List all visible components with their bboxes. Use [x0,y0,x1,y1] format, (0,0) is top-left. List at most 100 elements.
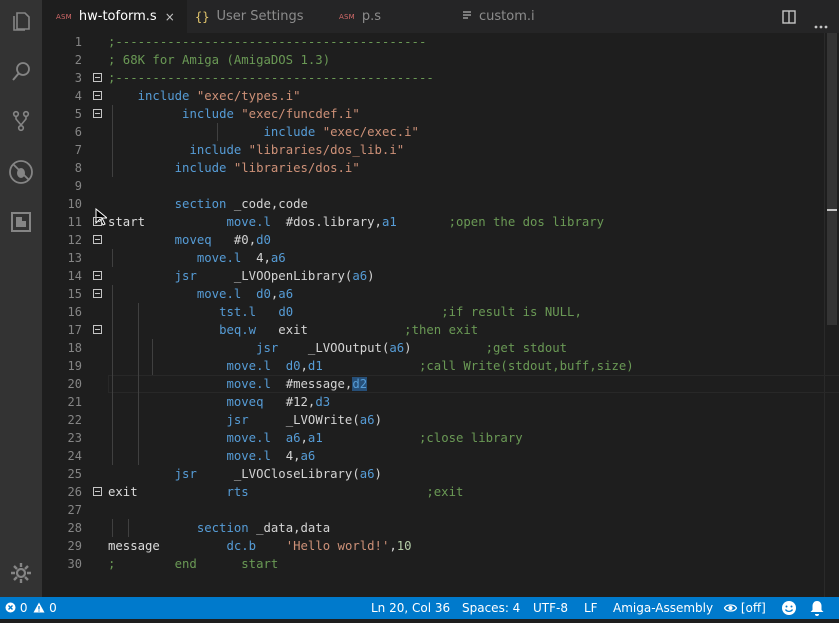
code-line[interactable]: 20 move.l #message,d2 [42,375,839,393]
code-line[interactable]: 7 include "libraries/dos_lib.i" [42,141,839,159]
code-line[interactable]: 16 tst.l d0 ;if result is NULL, [42,303,839,321]
files-icon[interactable] [0,2,42,42]
fold-toggle-icon[interactable] [93,91,102,100]
code-line[interactable]: 22 jsr _LVOWrite(a6) [42,411,839,429]
encoding[interactable]: UTF-8 [533,597,568,619]
code-line[interactable]: 6 include "exec/exec.i" [42,123,839,141]
code-line[interactable]: 23 move.l a6,a1 ;close library [42,429,839,447]
code-token: move.l [196,287,242,301]
watch-state: [off] [740,601,766,615]
line-number: 18 [67,341,82,355]
cursor-position[interactable]: Ln 20, Col 36 [371,597,450,619]
indentation[interactable]: Spaces: 4 [462,597,520,619]
code-line[interactable]: 12 moveq #0,d0 [42,231,839,249]
code-token: tst.l [219,305,257,319]
source-control-icon[interactable] [0,101,42,141]
code-line[interactable]: 18 jsr _LVOOutput(a6) ;get stdout [42,339,839,357]
code-text: include "exec/exec.i" [108,123,418,141]
code-text: exit rts ;exit [108,483,463,501]
code-line[interactable]: 2 ; 68K for Amiga (AmigaDOS 1.3) [42,51,839,69]
asm-file-icon: ASM [56,12,72,21]
settings-gear-icon[interactable] [0,553,42,593]
close-icon[interactable]: × [165,10,175,24]
code-line[interactable]: 30 ; end start [42,555,839,573]
line-number: 25 [67,467,82,481]
extensions-icon[interactable] [0,202,42,242]
line-number: 9 [74,179,82,193]
code-token: ; end start [108,557,279,571]
warning-count: 0 [49,601,57,615]
fold-toggle-icon[interactable] [93,109,102,118]
tab-user-settings[interactable]: {} User Settings [187,0,333,33]
code-line[interactable]: 11 start move.l #dos.library,a1 ;open the… [42,213,839,231]
fold-toggle-icon[interactable] [93,325,102,334]
line-number: 3 [74,71,82,85]
watch-toggle[interactable]: [off] [723,597,766,619]
code-line[interactable]: 1 ;--------------------------------------… [42,33,839,51]
code-token: _LVOOpenLibrary( [196,269,353,283]
code-line[interactable]: 17 beq.w exit ;then exit [42,321,839,339]
status-bar: 0 0 Ln 20, Col 36 Spaces: 4 UTF-8 LF Ami… [0,597,839,619]
code-token: ;get stdout [485,341,568,355]
line-number: 2 [74,53,82,67]
line-number: 15 [67,287,82,301]
code-token: a6 [389,341,405,355]
end-of-line[interactable]: LF [584,597,598,619]
code-line[interactable]: 8 include "libraries/dos.i" [42,159,839,177]
code-token: a1 [307,431,323,445]
code-token: dc.b [226,539,257,553]
code-token: "exec/funcdef.i" [241,107,360,121]
fold-toggle-icon[interactable] [93,217,102,226]
code-line[interactable]: 13 move.l 4,a6 [42,249,839,267]
code-line[interactable]: 3 ;--------------------------------------… [42,69,839,87]
code-token: include [263,125,316,139]
fold-toggle-icon[interactable] [93,235,102,244]
code-line[interactable]: 27 [42,501,839,519]
line-number: 22 [67,413,82,427]
language-mode[interactable]: Amiga-Assembly [613,597,713,619]
fold-toggle-icon[interactable] [93,73,102,82]
fold-toggle-icon[interactable] [93,487,102,496]
line-number: 13 [67,251,82,265]
fold-toggle-icon[interactable] [93,289,102,298]
tab-p-s[interactable]: ASM p.s [333,0,451,33]
code-text: include "libraries/dos_lib.i" [108,141,404,159]
code-line[interactable]: 24 move.l 4,a6 [42,447,839,465]
code-line[interactable]: 26 exit rts ;exit [42,483,839,501]
code-token: include [182,107,234,121]
line-number: 26 [67,485,82,499]
code-line[interactable]: 15 move.l d0,a6 [42,285,839,303]
code-line[interactable]: 25 jsr _LVOCloseLibrary(a6) [42,465,839,483]
code-line[interactable]: 29 message dc.b 'Hello world!',10 [42,537,839,555]
code-line[interactable]: 9 [42,177,839,195]
tab-custom-i[interactable]: custom.i [451,0,591,33]
fold-toggle-icon[interactable] [93,271,102,280]
code-line[interactable]: 10 section _code,code [42,195,839,213]
more-actions-icon[interactable] [814,14,828,33]
debug-icon[interactable] [0,152,42,192]
code-token: ;exit [426,485,464,499]
search-icon[interactable] [0,52,42,92]
code-line[interactable]: 28 section _data,data [42,519,839,537]
code-line[interactable]: 21 moveq #12,d3 [42,393,839,411]
problems-indicator[interactable]: 0 0 [5,597,57,619]
code-line[interactable]: 19 move.l d0,d1 ;call Write(stdout,buff,… [42,357,839,375]
code-token: #12, [263,395,316,409]
code-editor[interactable]: 1 ;--------------------------------------… [42,33,839,597]
code-token: beq.w [219,323,257,337]
code-text: ; 68K for Amiga (AmigaDOS 1.3) [108,51,330,69]
code-line[interactable]: 14 jsr _LVOOpenLibrary(a6) [42,267,839,285]
code-line[interactable]: 4 include "exec/types.i" [42,87,839,105]
split-editor-icon[interactable] [782,9,796,28]
code-line[interactable]: 5 include "exec/funcdef.i" [42,105,839,123]
tab-hw-toform[interactable]: ASM hw-toform.s × [42,0,187,33]
